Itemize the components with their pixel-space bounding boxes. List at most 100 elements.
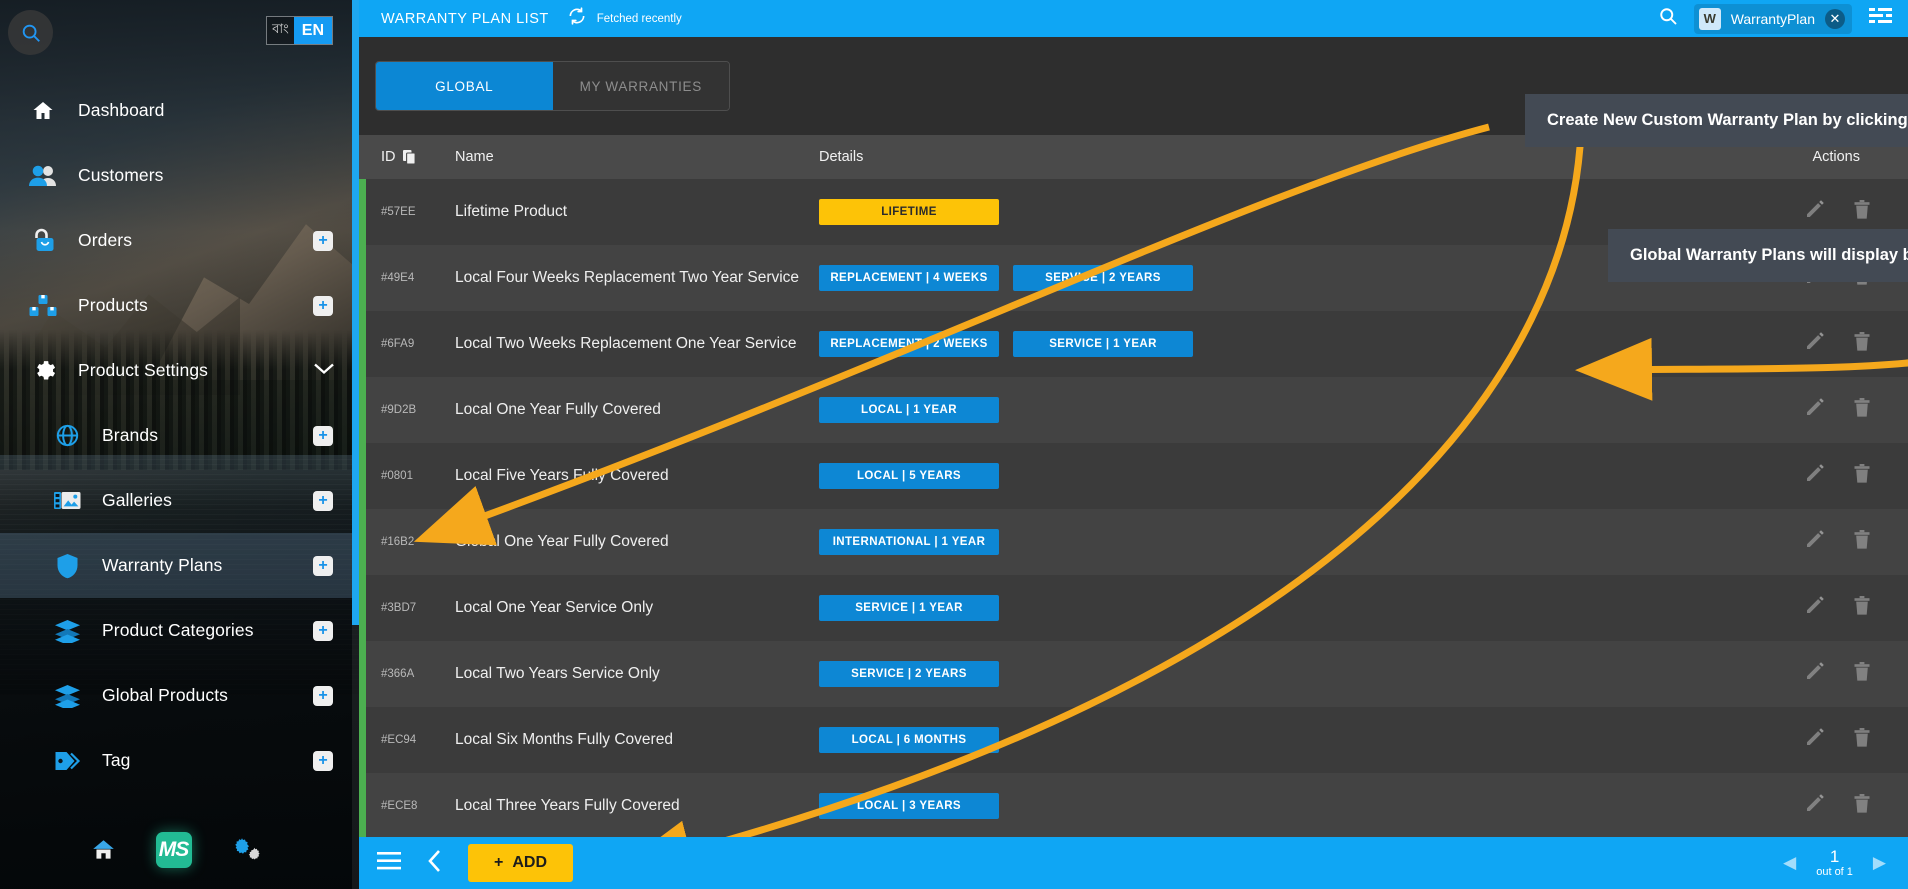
chevron-down-icon[interactable] [313,361,335,380]
table-row[interactable]: #16B2 Global One Year Fully Covered INTERN… [359,509,1908,575]
sidebar-add-brands-button[interactable]: + [313,425,333,446]
delete-row-button[interactable] [1854,596,1870,620]
pagination-prev-button[interactable]: ◀ [1783,853,1796,873]
edit-row-button[interactable] [1806,662,1824,686]
sidebar-item-label: Customers [78,165,164,185]
table-row[interactable]: #3BD7 Local One Year Service Only SERVICE … [359,575,1908,641]
row-actions [1723,662,1908,686]
table-row[interactable]: #6FA9 Local Two Weeks Replacement One Yea… [359,311,1908,377]
sidebar-item-label: Tag [102,750,131,770]
sidebar-item-label: Products [78,295,148,315]
edit-row-button[interactable] [1806,332,1824,356]
shield-icon [50,551,84,581]
row-actions [1723,530,1908,554]
edit-row-button[interactable] [1806,530,1824,554]
delete-row-button[interactable] [1854,464,1870,488]
sidebar-item-dashboard[interactable]: Dashboard [0,78,359,143]
table-row[interactable]: #EC94 Local Six Months Fully Covered LOCAL… [359,707,1908,773]
add-button[interactable]: + ADD [468,844,574,882]
sidebar-add-global-product-button[interactable]: + [313,685,333,706]
sidebar-item-galleries[interactable]: Galleries + [0,468,359,533]
sidebar-item-label: Warranty Plans [102,555,223,575]
row-id: #16B2 [381,536,415,548]
sidebar: বাং EN Dashboard Customers Orders + Prod… [0,0,359,889]
row-name: Local Six Months Fully Covered [455,731,673,748]
table-row[interactable]: #9D2B Local One Year Fully Covered LOCAL |… [359,377,1908,443]
sidebar-add-products-button[interactable]: + [313,295,333,316]
pagination-next-button[interactable]: ▶ [1873,853,1886,873]
sidebar-add-product-category-button[interactable]: + [313,620,333,641]
detail-badge: SERVICE | 2 YEARS [1013,265,1193,291]
filter-list-icon [1869,8,1892,23]
table-row[interactable]: #366A Local Two Years Service Only SERVICE… [359,641,1908,707]
sidebar-item-product-categories[interactable]: Product Categories + [0,598,359,663]
row-name: Local One Year Service Only [455,599,654,616]
sidebar-search-button[interactable] [8,10,53,55]
sidebar-nav: Dashboard Customers Orders + Products + … [0,78,359,793]
edit-row-button[interactable] [1806,398,1824,422]
brand-logo[interactable]: MS [155,832,192,868]
account-chip[interactable]: W WarrantyPlan ✕ [1693,3,1852,34]
refresh-button[interactable] [567,6,587,31]
language-toggle[interactable]: বাং EN [266,16,333,45]
sidebar-add-galleries-button[interactable]: + [313,490,333,511]
language-option-en[interactable]: EN [293,17,332,44]
sidebar-scrollbar[interactable] [352,0,359,889]
annotation-create-plan: Create New Custom Warranty Plan by click… [1525,94,1908,147]
sidebar-item-warranty-plans[interactable]: Warranty Plans + [0,533,359,598]
edit-row-button[interactable] [1806,794,1824,818]
row-details: LOCAL | 5 YEARS [819,463,1723,489]
column-header-actions: Actions [1812,149,1860,165]
tab-global[interactable]: GLOBAL [376,62,553,110]
row-id: #6FA9 [381,338,415,350]
app-root: বাং EN Dashboard Customers Orders + Prod… [0,0,1908,889]
sidebar-item-customers[interactable]: Customers [0,143,359,208]
sidebar-add-orders-button[interactable]: + [313,230,333,251]
sidebar-item-brands[interactable]: Brands + [0,403,359,468]
row-details: LOCAL | 3 YEARS [819,793,1723,819]
delete-row-button[interactable] [1854,332,1870,356]
delete-row-button[interactable] [1854,530,1870,554]
sidebar-item-products[interactable]: Products + [0,273,359,338]
delete-row-button[interactable] [1854,662,1870,686]
bottom-menu-button[interactable] [377,851,401,875]
footer-home-button[interactable] [89,837,118,863]
delete-row-button[interactable] [1854,728,1870,752]
trash-icon [1854,596,1870,615]
sidebar-item-label: Galleries [102,490,172,510]
language-option-bn[interactable]: বাং [267,17,294,44]
sidebar-item-product-settings[interactable]: Product Settings [0,338,359,403]
row-id: #57EE [381,206,416,218]
annotation-global-plans: Global Warranty Plans will display by de… [1608,229,1908,282]
row-actions [1723,332,1908,356]
close-icon[interactable]: ✕ [1825,8,1845,29]
edit-row-button[interactable] [1806,596,1824,620]
edit-row-button[interactable] [1806,464,1824,488]
filter-list-button[interactable] [1868,6,1894,31]
footer-settings-button[interactable] [230,837,264,863]
sidebar-add-tag-button[interactable]: + [313,750,333,771]
sidebar-item-tag[interactable]: Tag + [0,728,359,793]
row-id: #366A [381,668,415,680]
sidebar-add-warranty-plan-button[interactable]: + [313,555,333,576]
edit-row-button[interactable] [1806,200,1824,224]
products-icon [26,291,60,321]
bottom-back-button[interactable] [427,849,442,878]
sidebar-item-label: Product Categories [102,620,254,640]
table-row[interactable]: #ECE8 Local Three Years Fully Covered LOCA… [359,773,1908,839]
delete-row-button[interactable] [1854,398,1870,422]
table-row[interactable]: #0801 Local Five Years Fully Covered LOCAL… [359,443,1908,509]
delete-row-button[interactable] [1854,794,1870,818]
gallery-icon [50,486,84,516]
delete-row-button[interactable] [1854,200,1870,224]
sidebar-item-global-products[interactable]: Global Products + [0,663,359,728]
pencil-icon [1807,662,1824,679]
trash-icon [1854,398,1870,417]
sidebar-item-orders[interactable]: Orders + [0,208,359,273]
edit-row-button[interactable] [1806,728,1824,752]
page-title: WARRANTY PLAN LIST [381,10,549,27]
topbar-search-button[interactable] [1658,6,1678,31]
copy-icon[interactable] [402,149,416,165]
avatar: W [1698,7,1721,30]
tab-my-warranties[interactable]: MY WARRANTIES [552,62,729,110]
